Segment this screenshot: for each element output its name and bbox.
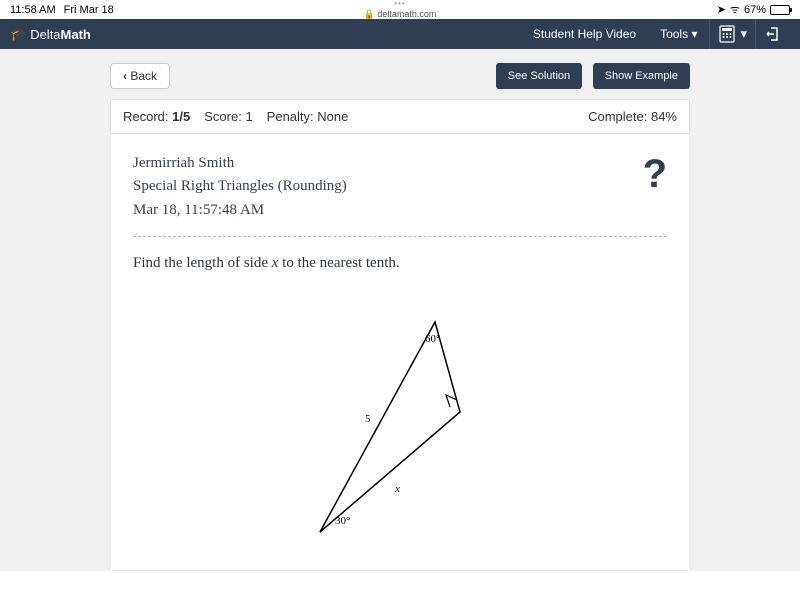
student-name: Jermirriah Smith bbox=[133, 152, 347, 175]
logout-icon bbox=[764, 25, 782, 43]
url-domain: deltamath.com bbox=[377, 9, 436, 19]
prompt-post: to the nearest tenth. bbox=[278, 255, 399, 271]
assignment-title: Special Right Triangles (Rounding) bbox=[133, 175, 347, 198]
penalty-label: Penalty: bbox=[267, 109, 314, 124]
score-value: 1 bbox=[245, 109, 252, 124]
record-bar: Record: 1/5 Score: 1 Penalty: None Compl… bbox=[110, 99, 690, 134]
angle-bottom-label: 30° bbox=[335, 515, 350, 527]
problem-card: Jermirriah Smith Special Right Triangles… bbox=[110, 134, 690, 571]
complete-value: 84% bbox=[651, 109, 677, 124]
app-navbar: 🎓 DeltaMath Student Help Video Tools ▾ ▾ bbox=[0, 19, 800, 49]
problem-prompt: Find the length of side x to the nearest… bbox=[133, 255, 667, 272]
back-button[interactable]: Back bbox=[110, 63, 170, 89]
triangle-figure: 60° 30° 5 x bbox=[133, 292, 667, 552]
wifi-icon: ᯤ bbox=[730, 2, 740, 17]
assignment-timestamp: Mar 18, 11:57:48 AM bbox=[133, 199, 347, 222]
caret-down-icon: ▾ bbox=[740, 26, 747, 42]
brand-text-a: Delta bbox=[30, 27, 60, 42]
complete-label: Complete: bbox=[588, 109, 647, 124]
battery-percent: 67% bbox=[744, 4, 766, 16]
brand-text-b: Math bbox=[61, 27, 91, 42]
show-example-button[interactable]: Show Example bbox=[593, 63, 690, 89]
brand-logo[interactable]: 🎓 DeltaMath bbox=[10, 26, 91, 42]
triangle-shape bbox=[320, 322, 460, 532]
tab-dots-icon: ••• bbox=[394, 0, 405, 8]
record-value: 1/5 bbox=[172, 109, 190, 124]
side-base-label: x bbox=[394, 483, 400, 495]
nav-help-video[interactable]: Student Help Video bbox=[521, 27, 648, 41]
nav-tools-dropdown[interactable]: Tools ▾ bbox=[648, 27, 709, 41]
record-label: Record: bbox=[123, 109, 169, 124]
status-time: 11:58 AM bbox=[10, 4, 56, 16]
score-label: Score: bbox=[204, 109, 242, 124]
caret-down-icon: ▾ bbox=[691, 27, 697, 41]
calculator-icon bbox=[718, 25, 736, 43]
divider bbox=[133, 236, 667, 237]
lock-icon: 🔒 bbox=[364, 9, 375, 19]
side-hypotenuse-label: 5 bbox=[365, 413, 371, 425]
nav-tools-label: Tools bbox=[660, 27, 688, 41]
nav-calculator[interactable]: ▾ bbox=[709, 19, 755, 49]
prompt-pre: Find the length of side bbox=[133, 255, 272, 271]
see-solution-button[interactable]: See Solution bbox=[496, 63, 582, 89]
help-question-icon[interactable]: ? bbox=[643, 152, 667, 197]
location-icon: ➤ bbox=[717, 3, 726, 16]
device-status-bar: 11:58 AM Fri Mar 18 ••• 🔒 deltamath.com … bbox=[0, 0, 800, 19]
penalty-value: None bbox=[317, 109, 348, 124]
battery-icon bbox=[770, 5, 790, 15]
angle-top-label: 60° bbox=[425, 333, 440, 345]
nav-logout[interactable] bbox=[755, 19, 790, 49]
graduation-cap-icon: 🎓 bbox=[10, 26, 26, 42]
status-date: Fri Mar 18 bbox=[64, 4, 114, 16]
